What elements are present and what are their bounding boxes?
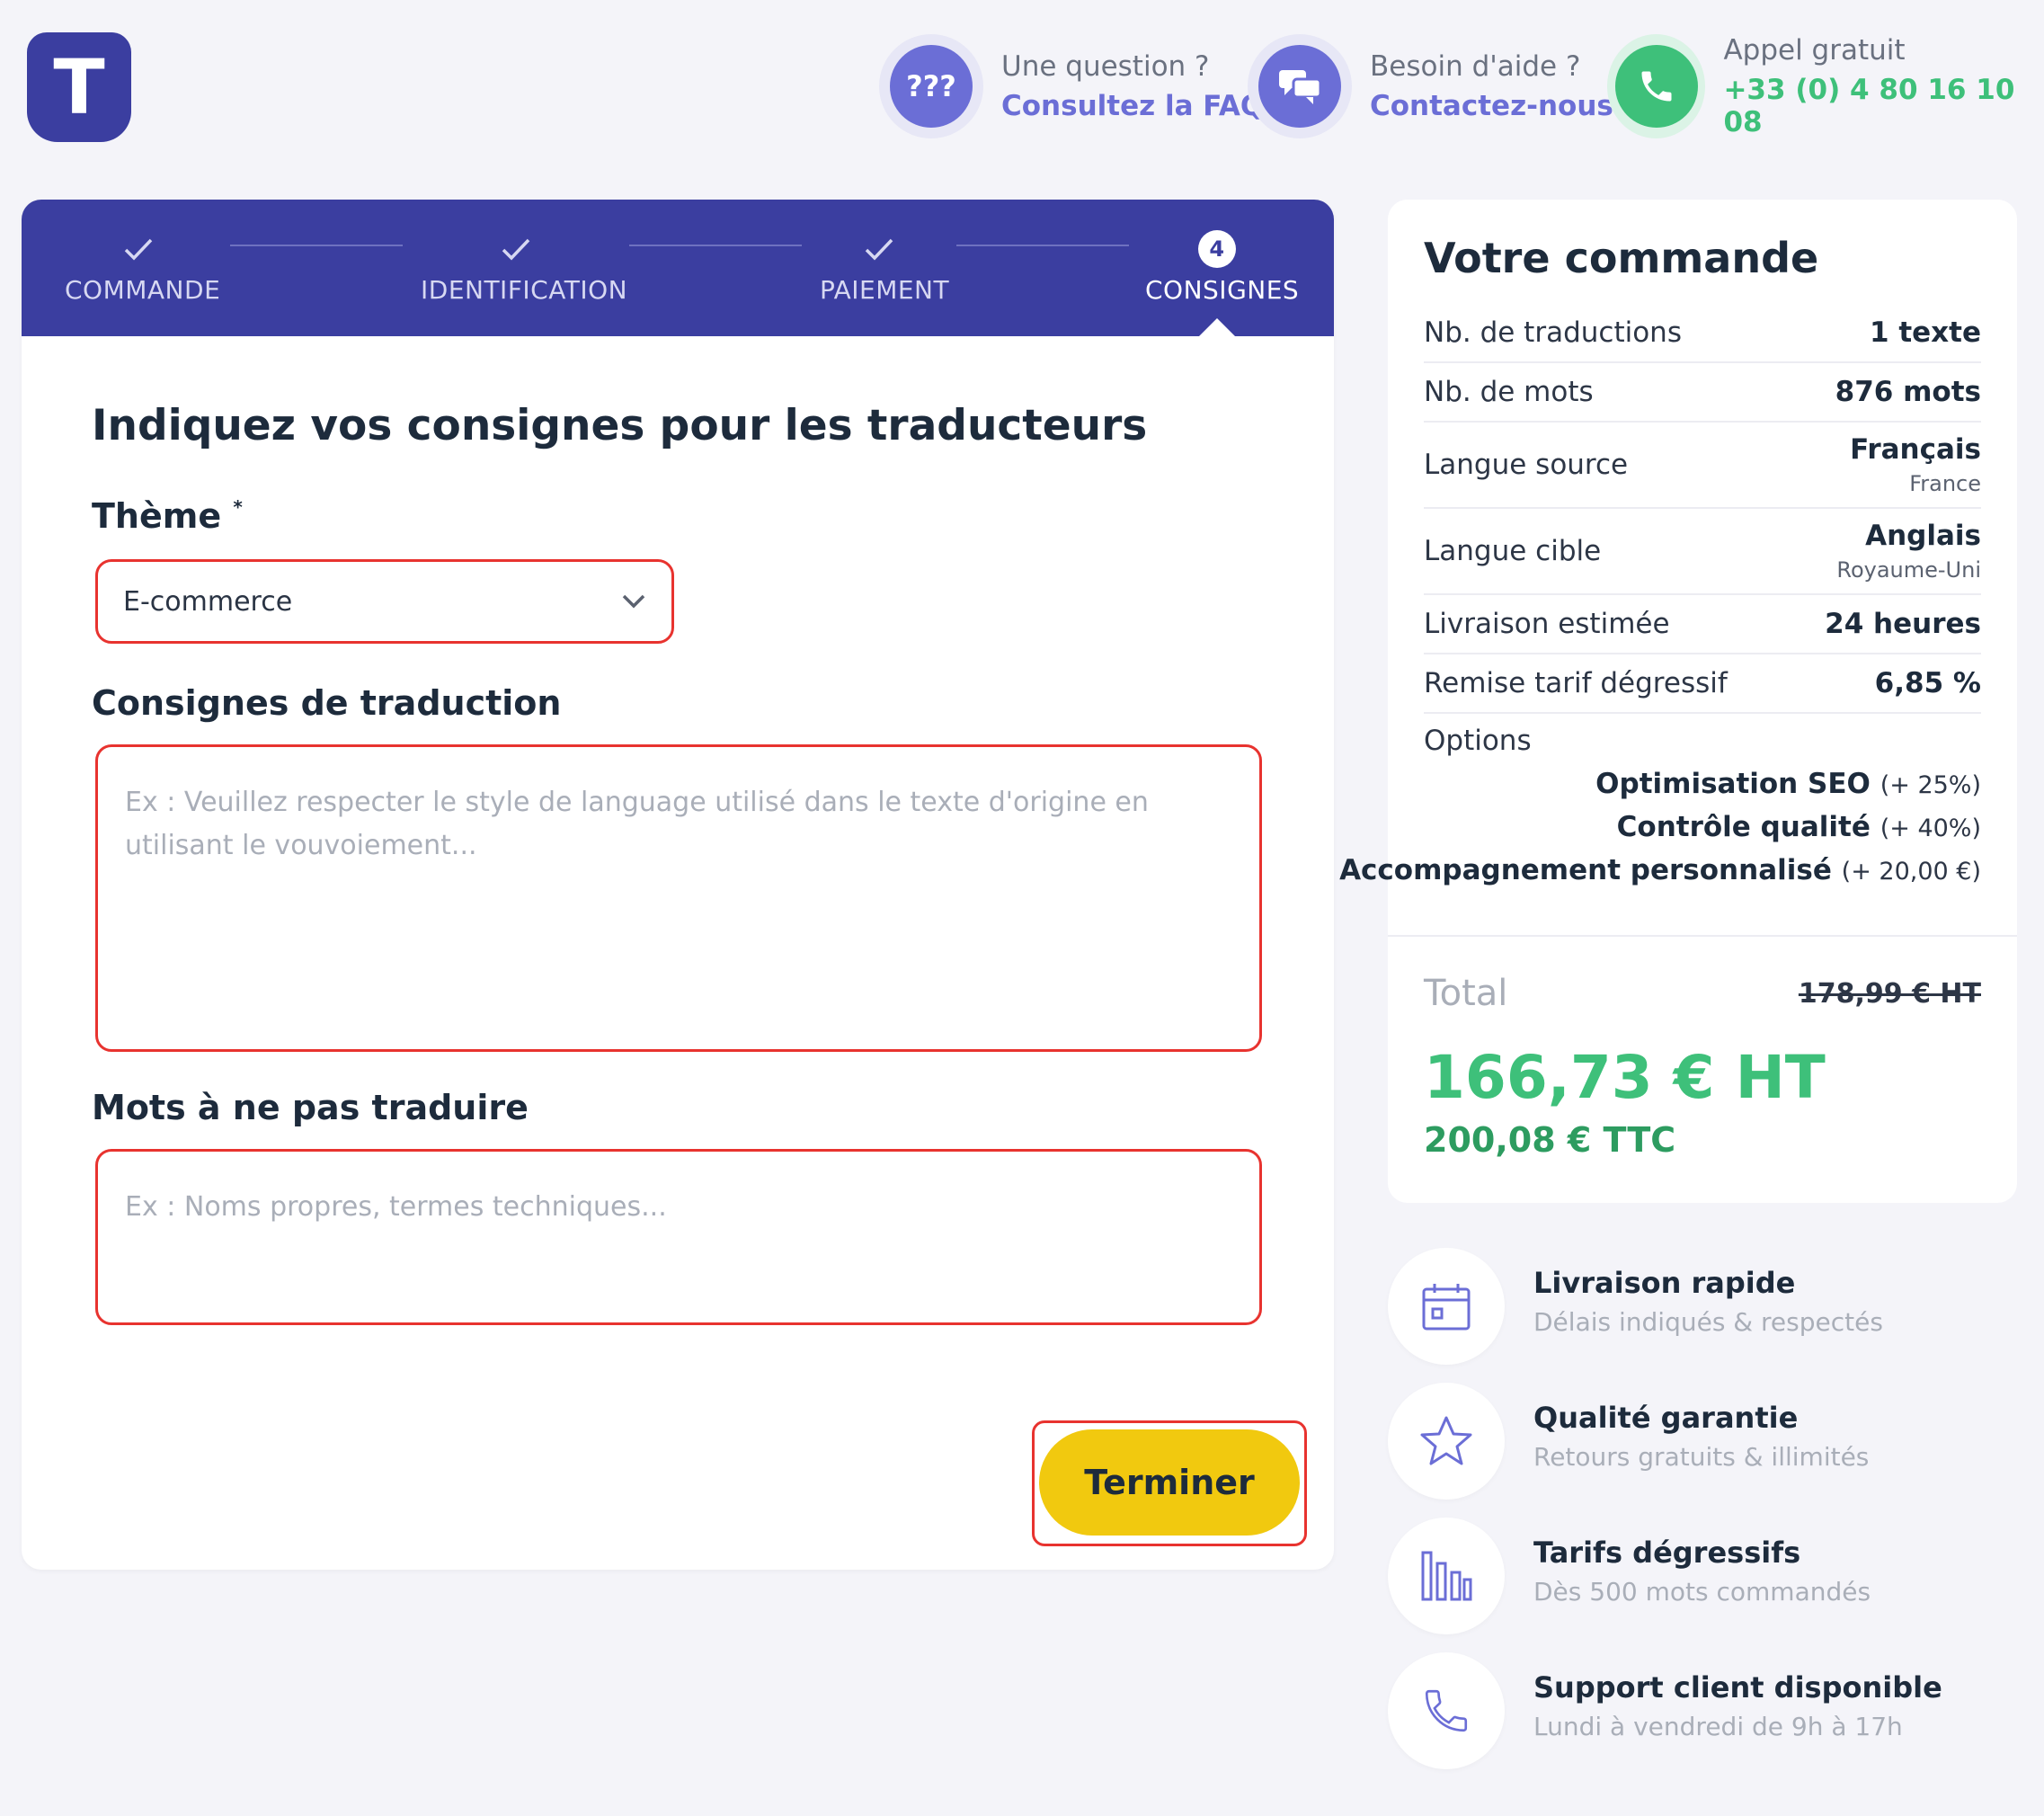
theme-select-value: E-commerce xyxy=(123,585,293,618)
site-logo[interactable]: T xyxy=(27,32,131,142)
faq-link-text[interactable]: Consultez la FAQ xyxy=(1001,90,1264,122)
summary-row: Livraison estimée 24 heures xyxy=(1424,595,1981,654)
summary-title: Votre commande xyxy=(1424,234,1819,282)
phone-link[interactable]: Appel gratuit +33 (0) 4 80 16 10 08 xyxy=(1607,34,2044,138)
step-consignes[interactable]: 4 CONSIGNES xyxy=(1145,230,1300,305)
checkmark-icon xyxy=(865,238,893,261)
summary-row-label: Nb. de mots xyxy=(1424,376,1594,408)
step-paiement[interactable]: PAIEMENT xyxy=(820,232,950,305)
step-connector xyxy=(956,245,1129,246)
summary-divider xyxy=(1388,935,2017,937)
required-asterisk: * xyxy=(233,496,243,518)
order-summary: Votre commande Nb. de traductions 1 text… xyxy=(1339,200,2017,1203)
total-old-price: 178,99 € HT xyxy=(1798,978,1981,1010)
contact-link[interactable]: Besoin d'aide ? Contactez-nous xyxy=(1248,34,1613,138)
total-price-ttc: 200,08 € TTC xyxy=(1424,1120,1676,1160)
summary-row-value: Français xyxy=(1850,433,1981,466)
summary-row-value: 6,85 % xyxy=(1874,667,1981,699)
step-label: CONSIGNES xyxy=(1145,275,1300,305)
feature-subtitle: Lundi à vendredi de 9h à 17h xyxy=(1533,1712,1903,1741)
submit-button[interactable]: Terminer xyxy=(1039,1429,1300,1536)
feature-title: Support client disponible xyxy=(1533,1670,1942,1705)
summary-row-label: Langue source xyxy=(1424,449,1629,481)
feature-title: Livraison rapide xyxy=(1533,1266,1796,1300)
options-label: Options xyxy=(1424,725,1532,757)
summary-row: Nb. de traductions 1 texte xyxy=(1424,304,1981,363)
total-label: Total xyxy=(1424,973,1508,1014)
nontranslate-placeholder: Ex : Noms propres, termes techniques... xyxy=(125,1191,667,1223)
option-item: Contrôle qualité (+ 40%) xyxy=(1617,811,1981,843)
nontranslate-textarea[interactable]: Ex : Noms propres, termes techniques... xyxy=(95,1149,1262,1325)
summary-row-value: 876 mots xyxy=(1835,376,1981,408)
faq-link[interactable]: ??? Une question ? Consultez la FAQ xyxy=(879,34,1264,138)
feature-item: Livraison rapide Délais indiqués & respe… xyxy=(1388,1248,2017,1365)
option-extra: (+ 25%) xyxy=(1880,771,1981,799)
summary-row: Nb. de mots 876 mots xyxy=(1424,363,1981,423)
step-number-badge: 4 xyxy=(1198,230,1236,268)
option-name: Accompagnement personnalisé xyxy=(1339,854,1832,886)
calendar-icon xyxy=(1388,1248,1505,1365)
step-connector xyxy=(230,245,403,246)
feature-subtitle: Dès 500 mots commandés xyxy=(1533,1577,1871,1607)
summary-row-label: Nb. de traductions xyxy=(1424,316,1682,349)
chevron-down-icon xyxy=(622,594,645,609)
summary-row: Langue cible Anglais Royaume-Uni xyxy=(1424,509,1981,595)
contact-link-text[interactable]: Contactez-nous xyxy=(1370,90,1613,122)
summary-row-subvalue: Royaume-Uni xyxy=(1836,557,1981,583)
step-commande[interactable]: COMMANDE xyxy=(65,232,221,305)
feature-item: Support client disponible Lundi à vendre… xyxy=(1388,1652,2017,1769)
option-extra: (+ 40%) xyxy=(1880,815,1981,842)
chat-bubbles-icon xyxy=(1258,45,1341,128)
active-step-pointer xyxy=(1199,318,1235,336)
phone-icon xyxy=(1388,1652,1505,1769)
step-label: PAIEMENT xyxy=(820,275,950,305)
option-name: Optimisation SEO xyxy=(1595,768,1871,800)
question-marks-icon: ??? xyxy=(890,45,973,128)
step-identification[interactable]: IDENTIFICATION xyxy=(421,232,628,305)
feature-subtitle: Délais indiqués & respectés xyxy=(1533,1307,1883,1337)
step-label: IDENTIFICATION xyxy=(421,275,628,305)
feature-title: Tarifs dégressifs xyxy=(1533,1536,1801,1570)
checkmark-icon xyxy=(124,238,153,261)
summary-row-subvalue: France xyxy=(1909,471,1981,496)
option-extra: (+ 20,00 €) xyxy=(1841,858,1981,886)
checkout-stepper: COMMANDE IDENTIFICATION PAIEMENT 4 CONSI… xyxy=(22,200,1334,336)
phone-number[interactable]: +33 (0) 4 80 16 10 08 xyxy=(1723,74,2044,138)
option-item: Accompagnement personnalisé (+ 20,00 €) xyxy=(1339,854,1981,886)
nontranslate-label: Mots à ne pas traduire xyxy=(92,1088,529,1127)
phone-icon xyxy=(1614,45,1698,128)
summary-row-label: Livraison estimée xyxy=(1424,608,1670,640)
option-name: Contrôle qualité xyxy=(1616,811,1871,843)
feature-subtitle: Retours gratuits & illimités xyxy=(1533,1442,1870,1472)
total-price-ht: 166,73 € HT xyxy=(1424,1043,1826,1112)
feature-item: Tarifs dégressifs Dès 500 mots commandés xyxy=(1388,1518,2017,1634)
contact-caption: Besoin d'aide ? xyxy=(1370,50,1581,83)
phone-caption: Appel gratuit xyxy=(1723,34,1906,67)
summary-row: Langue source Français France xyxy=(1424,423,1981,509)
summary-row-label: Remise tarif dégressif xyxy=(1424,667,1728,699)
instructions-placeholder: Ex : Veuillez respecter le style de lang… xyxy=(125,787,1149,861)
instructions-textarea[interactable]: Ex : Veuillez respecter le style de lang… xyxy=(95,744,1262,1052)
faq-caption: Une question ? xyxy=(1001,50,1210,83)
form-title: Indiquez vos consignes pour les traducte… xyxy=(92,401,1148,450)
logo-letter: T xyxy=(53,43,105,131)
summary-row-label: Langue cible xyxy=(1424,535,1602,567)
feature-title: Qualité garantie xyxy=(1533,1401,1799,1435)
step-label: COMMANDE xyxy=(65,275,221,305)
theme-label: Thème * xyxy=(92,496,243,536)
star-icon xyxy=(1388,1383,1505,1500)
option-item: Optimisation SEO (+ 25%) xyxy=(1595,768,1981,800)
theme-select[interactable]: E-commerce xyxy=(95,559,674,644)
instructions-card: COMMANDE IDENTIFICATION PAIEMENT 4 CONSI… xyxy=(22,200,1334,1570)
bar-chart-icon xyxy=(1388,1518,1505,1634)
step-connector xyxy=(629,245,802,246)
instructions-label: Consignes de traduction xyxy=(92,683,562,723)
feature-item: Qualité garantie Retours gratuits & illi… xyxy=(1388,1383,2017,1500)
summary-row-value: 24 heures xyxy=(1825,608,1981,640)
summary-row-value: 1 texte xyxy=(1869,316,1981,349)
summary-row: Remise tarif dégressif 6,85 % xyxy=(1424,654,1981,714)
checkmark-icon xyxy=(502,238,530,261)
summary-row-value: Anglais xyxy=(1865,520,1981,552)
